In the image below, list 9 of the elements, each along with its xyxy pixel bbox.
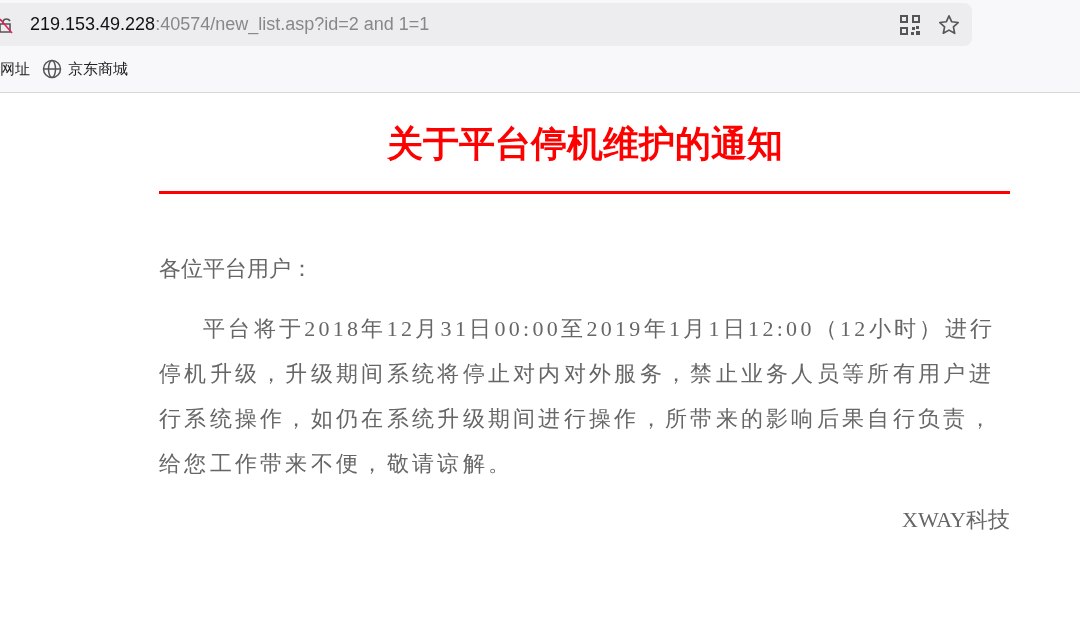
greeting: 各位平台用户：: [159, 255, 314, 283]
bookmark-item[interactable]: 京东商城: [42, 57, 128, 81]
bookmark-item[interactable]: 网址: [0, 57, 30, 81]
insecure-lock-icon[interactable]: [0, 15, 14, 34]
page-title: 关于平台停机维护的通知: [385, 122, 784, 166]
signature: XWAY科技: [901, 506, 1010, 534]
notice-paragraph: 平台将于2018年12月31日00:00至2019年1月1日12:00（12小时）进行停机升级，升级期间系统将停止对内对外服务，禁止业务人员等所有用户进行系统操作，如仍在系统升级期间进行操作，所带来的影响后果自行负责，给您工作带来不便，敬请谅解。: [159, 315, 997, 478]
star-icon[interactable]: [938, 13, 960, 36]
qr-code-icon[interactable]: [900, 14, 920, 35]
